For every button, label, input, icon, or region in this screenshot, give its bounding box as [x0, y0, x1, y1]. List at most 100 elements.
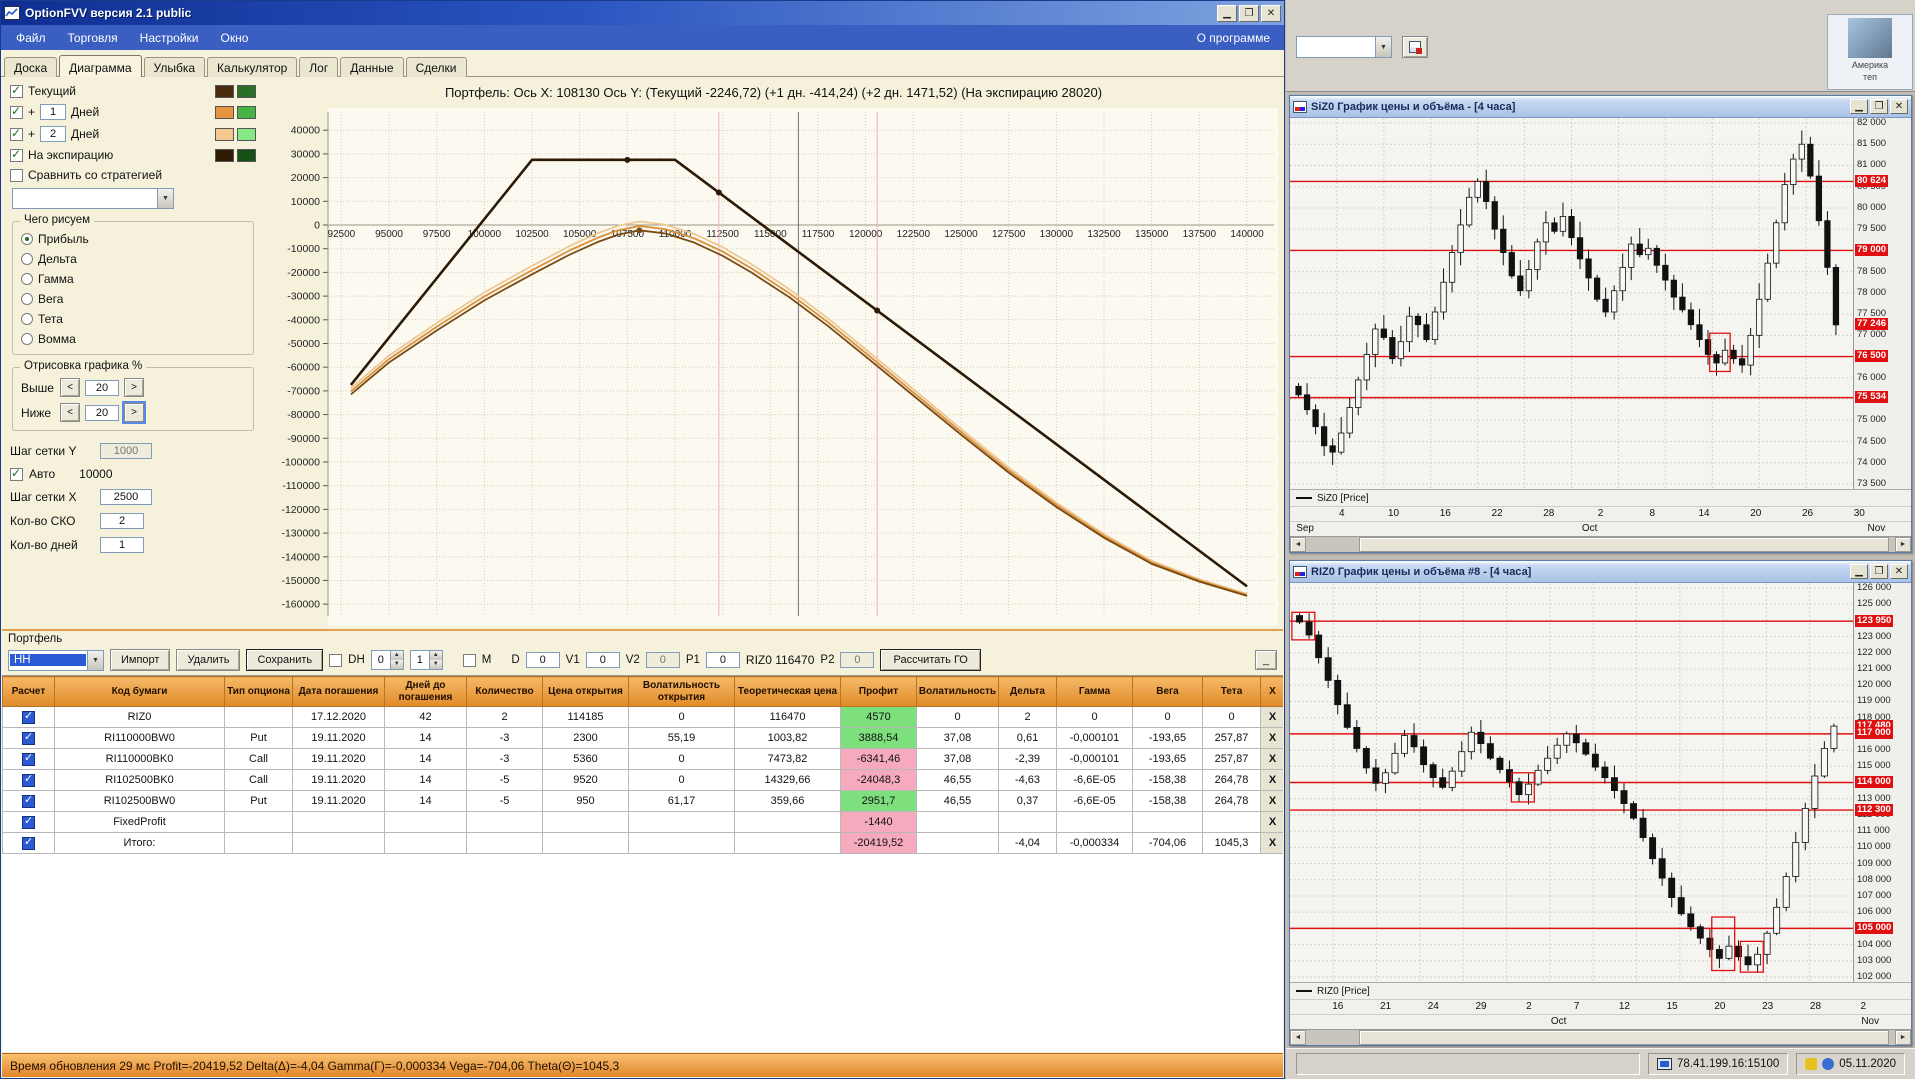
below-percent-input[interactable]: 20 [85, 404, 119, 421]
radio-button[interactable] [21, 273, 33, 285]
title-bar[interactable]: OptionFVV версия 2.1 public ▁ ❐ ✕ [1, 1, 1284, 25]
color-swatch[interactable] [215, 148, 234, 162]
scroll-thumb[interactable] [1359, 537, 1890, 552]
color-swatch[interactable] [215, 105, 234, 119]
sko-input[interactable]: 2 [100, 513, 144, 529]
menu-item-4[interactable]: Окно [210, 29, 260, 47]
maximize-button[interactable]: ❐ [1239, 4, 1259, 22]
payoff-chart[interactable]: -160000 -150000 -140000 -130000 -120000 -1100… [266, 108, 1278, 626]
draw-option-1[interactable]: Прибыль [21, 232, 245, 246]
scroll-thumb[interactable] [1359, 1030, 1890, 1045]
draw-option-4[interactable]: Вега [21, 292, 245, 306]
dh-spinner-1[interactable]: 0 ▲ ▼ [370, 650, 404, 670]
scroll-right-icon[interactable]: ► [1895, 537, 1911, 552]
delete-row-button[interactable]: X [1260, 811, 1283, 833]
param-d-input[interactable]: 0 [525, 652, 560, 668]
close-button[interactable]: ✕ [1890, 564, 1908, 579]
color-swatch[interactable] [215, 84, 234, 98]
menu-item-1[interactable]: Файл [5, 29, 57, 47]
row-checkbox[interactable] [22, 835, 35, 850]
close-button[interactable]: ✕ [1890, 99, 1908, 114]
minimize-button[interactable]: ▁ [1850, 99, 1868, 114]
color-swatch[interactable] [237, 127, 256, 141]
save-button[interactable]: Сохранить [246, 649, 324, 671]
radio-button[interactable] [21, 293, 33, 305]
menu-item-2[interactable]: Торговля [57, 29, 129, 47]
collapse-button[interactable]: _ [1255, 650, 1277, 670]
siz0-chart[interactable] [1290, 118, 1853, 489]
row-checkbox[interactable] [22, 814, 35, 829]
compare-checkbox[interactable] [10, 168, 23, 182]
tab-1[interactable]: Доска [4, 57, 58, 77]
color-swatch[interactable] [237, 84, 256, 98]
param-v1-input[interactable]: 0 [585, 652, 620, 668]
menu-about[interactable]: О программе [1187, 29, 1280, 47]
color-swatch[interactable] [237, 148, 256, 162]
delete-button[interactable]: Удалить [176, 649, 241, 671]
m-checkbox[interactable] [462, 653, 476, 667]
grid-y-input[interactable]: 1000 [100, 443, 152, 459]
menu-item-3[interactable]: Настройки [129, 29, 210, 47]
draw-option-3[interactable]: Гамма [21, 272, 245, 286]
row-checkbox[interactable] [22, 730, 35, 745]
tab-4[interactable]: Калькулятор [207, 57, 298, 77]
grid-x-input[interactable]: 2500 [100, 489, 152, 505]
restore-button[interactable]: ❐ [1870, 564, 1888, 579]
above-percent-input[interactable]: 20 [85, 379, 119, 396]
color-swatch[interactable] [215, 127, 234, 141]
tab-7[interactable]: Сделки [405, 57, 467, 77]
below-increase-button[interactable]: > [124, 403, 144, 422]
tray-icon-1[interactable] [1805, 1058, 1818, 1070]
scenario-checkbox[interactable] [10, 126, 23, 141]
siz0-hscrollbar[interactable]: ◄ ► [1290, 536, 1911, 552]
row-checkbox[interactable] [22, 751, 35, 766]
shift-days-input[interactable]: 2 [40, 126, 67, 142]
strategy-combo[interactable]: ▼ [12, 188, 174, 209]
delete-row-button[interactable]: X [1260, 706, 1283, 728]
p2-input[interactable]: 0 [840, 652, 875, 668]
above-decrease-button[interactable]: < [60, 378, 80, 397]
toolbar-filter-button[interactable] [1402, 36, 1428, 58]
siz0-title-bar[interactable]: SiZ0 График цены и объёма - [4 часа] ▁ ❐… [1290, 96, 1911, 118]
close-button[interactable]: ✕ [1261, 4, 1281, 22]
import-button[interactable]: Импорт [110, 649, 171, 671]
scenario-checkbox[interactable] [10, 147, 23, 162]
param-p1-input[interactable]: 0 [705, 652, 740, 668]
radio-button[interactable] [21, 313, 33, 325]
network-status[interactable]: 78.41.199.16:15100 [1647, 1053, 1789, 1075]
delete-row-button[interactable]: X [1260, 790, 1283, 812]
tab-5[interactable]: Лог [299, 57, 339, 77]
riz0-title-bar[interactable]: RIZ0 График цены и объёма #8 - [4 часа] … [1290, 561, 1911, 583]
dh-checkbox[interactable] [329, 653, 343, 667]
radio-button[interactable] [21, 233, 33, 245]
draw-option-6[interactable]: Вомма [21, 332, 245, 346]
radio-button[interactable] [21, 333, 33, 345]
tab-3[interactable]: Улыбка [143, 57, 206, 77]
days-input[interactable]: 1 [100, 537, 144, 553]
toolbar-combo[interactable]: ▼ [1296, 36, 1392, 58]
delete-row-button[interactable]: X [1260, 832, 1283, 854]
minimize-button[interactable]: ▁ [1850, 564, 1868, 579]
dh-spinner-2[interactable]: 1 ▲ ▼ [409, 650, 443, 670]
minimize-button[interactable]: ▁ [1217, 4, 1237, 22]
row-checkbox[interactable] [22, 709, 35, 724]
portfolio-combo[interactable]: НН ▼ [8, 649, 104, 671]
scroll-track[interactable] [1306, 1030, 1895, 1045]
clock-cell[interactable]: 05.11.2020 [1796, 1053, 1905, 1075]
scroll-track[interactable] [1306, 537, 1895, 552]
calc-go-button[interactable]: Рассчитать ГО [880, 649, 981, 671]
riz0-chart[interactable] [1290, 583, 1853, 982]
draw-option-5[interactable]: Тета [21, 312, 245, 326]
tray-icon-2[interactable] [1822, 1058, 1835, 1070]
below-decrease-button[interactable]: < [60, 403, 80, 422]
radio-button[interactable] [21, 253, 33, 265]
draw-option-2[interactable]: Дельта [21, 252, 245, 266]
scroll-left-icon[interactable]: ◄ [1290, 537, 1306, 552]
scroll-right-icon[interactable]: ► [1895, 1030, 1911, 1045]
delete-row-button[interactable]: X [1260, 727, 1283, 749]
shift-days-input[interactable]: 1 [40, 104, 67, 120]
auto-checkbox[interactable] [10, 466, 23, 481]
scenario-checkbox[interactable] [10, 104, 23, 119]
scenario-checkbox[interactable] [10, 83, 23, 98]
tab-2[interactable]: Диаграмма [59, 55, 142, 77]
